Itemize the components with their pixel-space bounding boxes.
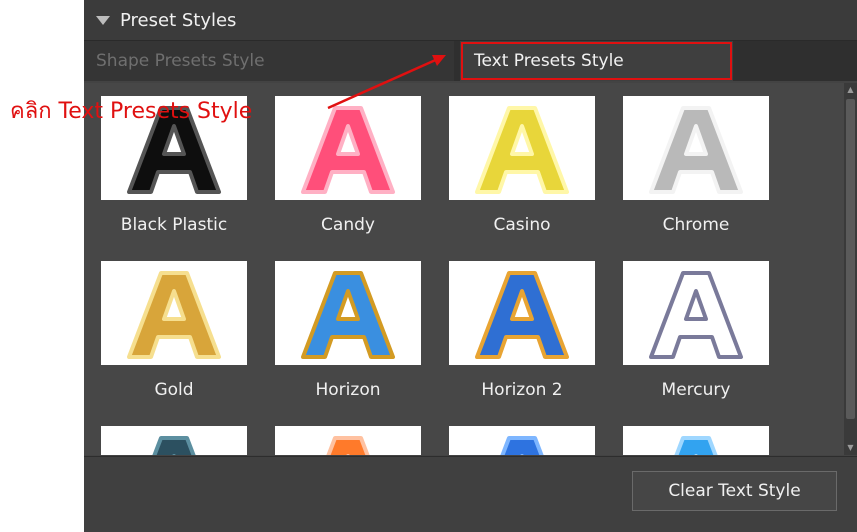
preset-thumbnail[interactable] <box>623 426 769 455</box>
preset-tile[interactable] <box>275 426 421 455</box>
letter-a-icon <box>152 436 196 455</box>
preset-label: Horizon <box>315 380 381 400</box>
preset-thumbnail[interactable] <box>101 261 247 365</box>
preset-thumbnail[interactable] <box>449 96 595 200</box>
preset-tabs: Shape Presets Style Text Presets Style <box>84 41 857 81</box>
preset-styles-panel: Preset Styles Shape Presets Style Text P… <box>84 0 857 532</box>
preset-tile[interactable]: Casino <box>449 96 595 235</box>
preset-tile[interactable] <box>449 426 595 455</box>
letter-a-icon <box>649 271 743 359</box>
preset-thumbnail[interactable] <box>275 261 421 365</box>
preset-label: Mercury <box>661 380 731 400</box>
preset-tile[interactable]: Gold <box>101 261 247 400</box>
panel-header[interactable]: Preset Styles <box>84 0 857 41</box>
preset-label: Black Plastic <box>120 215 228 235</box>
preset-thumbnail[interactable] <box>101 426 247 455</box>
preset-tile[interactable]: Mercury <box>623 261 769 400</box>
letter-a-icon <box>127 271 221 359</box>
panel-footer: Clear Text Style <box>84 456 857 532</box>
preset-tile[interactable]: Chrome <box>623 96 769 235</box>
letter-a-icon <box>475 271 569 359</box>
letter-a-icon <box>475 106 569 194</box>
clear-text-style-button[interactable]: Clear Text Style <box>632 471 837 511</box>
preset-tile[interactable] <box>101 426 247 455</box>
tab-shape-presets-style[interactable]: Shape Presets Style <box>84 41 454 81</box>
scroll-thumb[interactable] <box>846 99 855 419</box>
letter-a-icon <box>301 271 395 359</box>
preset-label: Chrome <box>662 215 730 235</box>
scroll-down-arrow-icon[interactable]: ▼ <box>846 443 855 453</box>
preset-tile[interactable] <box>623 426 769 455</box>
preset-thumbnail[interactable] <box>275 96 421 200</box>
letter-a-icon <box>674 436 718 455</box>
preset-tile[interactable]: Horizon <box>275 261 421 400</box>
letter-a-icon <box>649 106 743 194</box>
preset-grid: Black Plastic Candy Casino Chrome Gold Horizo… <box>84 83 844 455</box>
vertical-scrollbar[interactable]: ▲ ▼ <box>844 83 857 455</box>
preset-thumbnail[interactable] <box>623 96 769 200</box>
scroll-up-arrow-icon[interactable]: ▲ <box>846 85 855 95</box>
preset-tile[interactable]: Horizon 2 <box>449 261 595 400</box>
preset-label: Gold <box>154 380 194 400</box>
preset-thumbnail[interactable] <box>275 426 421 455</box>
preset-thumbnail[interactable] <box>623 261 769 365</box>
preset-thumbnail[interactable] <box>449 426 595 455</box>
panel-title: Preset Styles <box>120 9 237 31</box>
tab-text-presets-style[interactable]: Text Presets Style <box>460 41 733 81</box>
letter-a-icon <box>301 106 395 194</box>
preset-label: Candy <box>321 215 375 235</box>
preset-label: Horizon 2 <box>481 380 563 400</box>
letter-a-icon <box>500 436 544 455</box>
preset-thumbnail[interactable] <box>449 261 595 365</box>
letter-a-icon <box>326 436 370 455</box>
annotation-label: คลิก Text Presets Style <box>10 99 253 124</box>
preset-label: Casino <box>493 215 551 235</box>
collapse-triangle-icon[interactable] <box>96 15 110 25</box>
preset-tile[interactable]: Candy <box>275 96 421 235</box>
